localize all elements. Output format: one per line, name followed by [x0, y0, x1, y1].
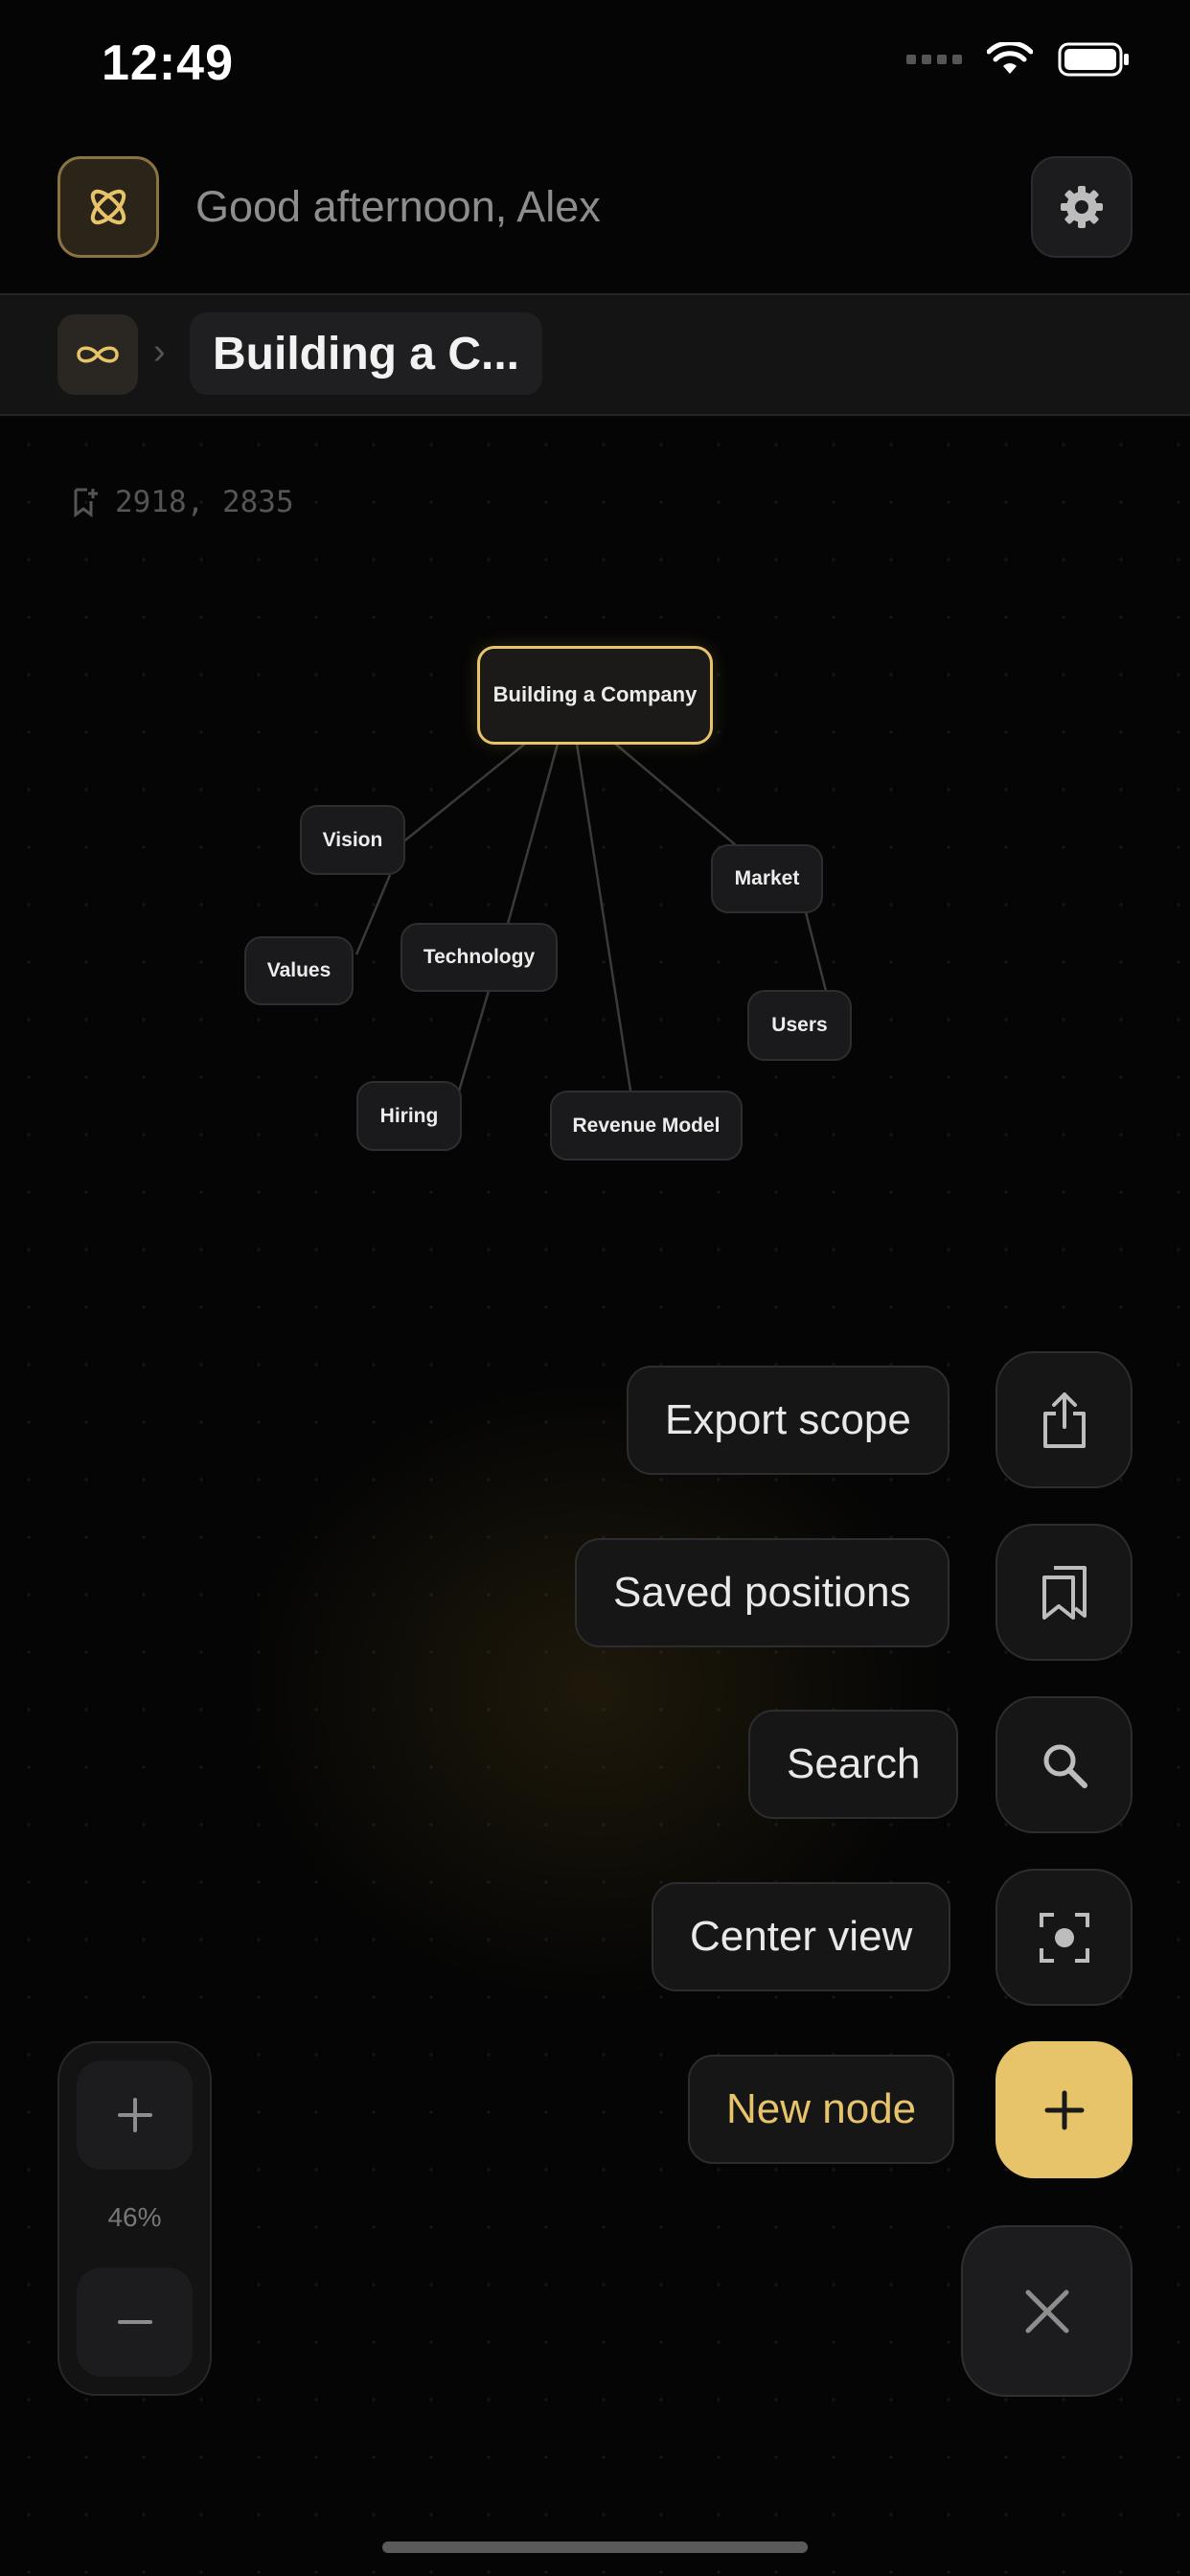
center-view-button[interactable]: [995, 1869, 1133, 2006]
connector-technology: [506, 743, 560, 925]
new-node-button[interactable]: [995, 2041, 1133, 2178]
saved-positions-button[interactable]: [995, 1524, 1133, 1661]
node-technology[interactable]: Technology: [400, 923, 558, 992]
minus-icon: [117, 2320, 152, 2324]
close-menu-button[interactable]: [961, 2225, 1133, 2397]
node-values[interactable]: Values: [244, 936, 354, 1005]
zoom-controls: 46%: [57, 2041, 212, 2396]
focus-icon: [1039, 1912, 1089, 1963]
connector-vision: [400, 743, 526, 844]
center-view-label[interactable]: Center view: [652, 1882, 951, 1991]
new-node-label[interactable]: New node: [688, 2055, 955, 2164]
connector-users: [803, 908, 828, 992]
connector-market: [614, 743, 737, 846]
connector-hiring: [456, 990, 491, 1095]
export-scope-label[interactable]: Export scope: [627, 1366, 950, 1475]
bookmarks-icon: [1041, 1565, 1087, 1620]
close-icon: [1025, 2289, 1068, 2333]
node-vision[interactable]: Vision: [300, 805, 405, 875]
search-label[interactable]: Search: [748, 1710, 959, 1819]
map-connectors: [355, 743, 828, 1095]
search-icon: [1043, 1744, 1087, 1788]
zoom-out-button[interactable]: [77, 2267, 193, 2377]
saved-positions-label[interactable]: Saved positions: [575, 1538, 950, 1647]
plus-icon: [1044, 2090, 1084, 2129]
connector-revenue: [575, 743, 632, 1092]
node-users[interactable]: Users: [747, 990, 852, 1061]
plus-icon: [117, 2098, 152, 2132]
node-revenue-model[interactable]: Revenue Model: [550, 1091, 743, 1161]
export-scope-button[interactable]: [995, 1351, 1133, 1488]
zoom-in-button[interactable]: [77, 2060, 193, 2170]
share-icon: [1042, 1392, 1086, 1448]
connector-values: [355, 874, 392, 955]
search-button[interactable]: [995, 1696, 1133, 1833]
node-hiring[interactable]: Hiring: [356, 1081, 462, 1151]
zoom-level: 46%: [107, 2202, 162, 2232]
node-market[interactable]: Market: [711, 844, 823, 913]
home-indicator[interactable]: [382, 2542, 808, 2553]
node-root[interactable]: Building a Company: [477, 646, 713, 745]
